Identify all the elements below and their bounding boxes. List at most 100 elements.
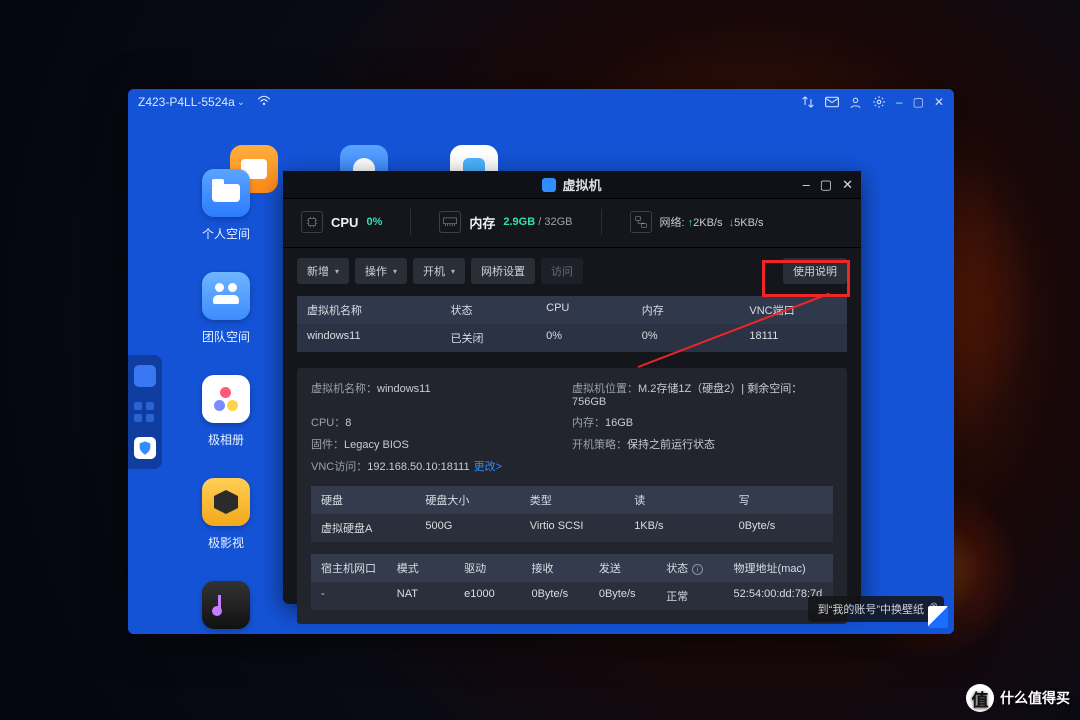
app-label: 个人空间 [202,225,250,242]
cell-name: windows11 [297,324,440,352]
transfer-icon[interactable] [801,95,815,109]
nic-row[interactable]: - NAT e1000 0Byte/s 0Byte/s 正常 52:54:00:… [311,582,833,610]
mem-label: 内存 [469,213,495,232]
vm-list-header: 虚拟机名称 状态 CPU 内存 VNC端口 [297,296,847,324]
minimize-icon[interactable]: – [896,95,903,109]
app-label: 极相册 [208,431,244,448]
col-read: 读 [624,486,728,514]
vm-titlebar: 虚拟机 – ▢ ✕ [283,171,861,199]
nas-titlebar: Z423-P4LL-5524a ⌄ – ▢ ✕ [128,89,954,115]
disk-row[interactable]: 虚拟硬盘A 500G Virtio SCSI 1KB/s 0Byte/s [311,514,833,542]
ops-button[interactable]: 操作▾ [355,258,407,284]
nas-desktop: 个人空间 团队空间 极相册 极影视 极音乐 虚拟机 [128,115,954,634]
d-fw: Legacy BIOS [344,439,409,451]
gear-icon[interactable] [872,95,886,109]
vm-metrics: CPU 0% 内存 2.9GB / 32GB 网络: ↑2KB/s [283,199,861,248]
cpu-value: 0% [366,216,382,228]
vm-title: 虚拟机 [562,175,601,194]
app-label: 团队空间 [202,328,250,345]
net-metric: 网络: ↑2KB/s ↓5KB/s [630,211,764,233]
corner-flag-icon [928,606,948,628]
dock-item-vm[interactable] [134,437,156,459]
toast-text: 到“我的账号”中换壁纸 [818,604,924,616]
d-mem: 16GB [605,417,633,429]
vm-list-row[interactable]: windows11 已关闭 0% 0% 18111 [297,324,847,352]
app-music[interactable]: 极音乐 [202,581,250,634]
power-button[interactable]: 开机▾ [413,258,465,284]
col-size: 硬盘大小 [415,486,519,514]
note-icon [218,595,234,615]
cell-vnc: 18111 [739,324,847,352]
col-tx: 发送 [589,554,656,582]
col-cpu: CPU [536,296,632,324]
maximize-icon[interactable]: ▢ [913,95,924,109]
col-mac: 物理地址(mac) [724,554,833,582]
info-icon[interactable]: i [692,564,703,575]
vm-details: 虚拟机名称：windows11 虚拟机位置：M.2存储1Z（硬盘2）| 剩余空间… [297,368,847,624]
cpu-icon [301,211,323,233]
d-vnc: 192.168.50.10:18111 [367,461,469,473]
vm-toolbar: 新增▾ 操作▾ 开机▾ 网桥设置 访问 使用说明 [283,248,861,294]
vm-maximize-icon[interactable]: ▢ [820,177,832,193]
col-host: 宿主机网口 [311,554,387,582]
vm-list: 虚拟机名称 状态 CPU 内存 VNC端口 windows11 已关闭 0% 0… [297,296,847,352]
dock-rail [128,355,162,469]
app-label: 极影视 [208,534,244,551]
mem-used: 2.9GB [503,216,535,228]
watermark: 值 什么值得买 [966,684,1070,712]
nic-table: 宿主机网口 模式 驱动 接收 发送 状态i 物理地址(mac) - NAT e1… [311,554,833,610]
col-mem: 内存 [632,296,740,324]
col-state: 状态 [440,296,536,324]
apps-column: 个人空间 团队空间 极相册 极影视 极音乐 [202,169,250,634]
col-state: 状态i [656,554,723,582]
app-videos[interactable]: 极影视 [202,478,250,551]
app-personal-space[interactable]: 个人空间 [202,169,250,242]
col-mode: 模式 [387,554,454,582]
wallpaper-toast[interactable]: 到“我的账号”中换壁纸 ⊗ [808,596,944,622]
col-type: 类型 [520,486,624,514]
visit-button: 访问 [541,258,583,284]
cell-mem: 0% [632,324,740,352]
col-rx: 接收 [521,554,588,582]
network-icon [630,211,652,233]
vm-close-icon[interactable]: ✕ [842,177,853,193]
wifi-icon[interactable] [257,95,271,110]
app-team-space[interactable]: 团队空间 [202,272,250,345]
hex-icon [214,490,238,514]
mem-total: 32GB [544,216,572,228]
close-icon[interactable]: ✕ [934,95,944,109]
cell-state: 已关闭 [440,324,536,352]
watermark-text: 什么值得买 [1000,688,1070,708]
d-cpu: 8 [345,417,351,429]
cell-cpu: 0% [536,324,632,352]
help-button[interactable]: 使用说明 [783,258,847,284]
vm-minimize-icon[interactable]: – [803,177,810,193]
new-button[interactable]: 新增▾ [297,258,349,284]
d-name: windows11 [377,383,431,395]
d-boot: 保持之前运行状态 [627,439,715,451]
disk-table: 硬盘 硬盘大小 类型 读 写 虚拟硬盘A 500G Virtio SCSI 1K… [311,486,833,542]
nas-window: Z423-P4LL-5524a ⌄ – ▢ ✕ [128,89,954,634]
watermark-badge-icon: 值 [966,684,994,712]
nas-title[interactable]: Z423-P4LL-5524a [138,95,235,109]
dock-item-desktop[interactable] [134,365,156,387]
vm-window: 虚拟机 – ▢ ✕ CPU 0% 内存 2.9GB [283,171,861,604]
people-icon [213,288,239,304]
mail-icon[interactable] [825,96,839,108]
flower-icon [214,387,238,411]
vnc-change-link[interactable]: 更改> [474,461,502,473]
mem-metric: 内存 2.9GB / 32GB [439,211,572,233]
dock-item-apps[interactable] [134,401,156,423]
col-vnc: VNC端口 [739,296,847,324]
net-up: 2KB/s [693,217,722,229]
bridge-button[interactable]: 网桥设置 [471,258,535,284]
folder-icon [212,184,240,202]
app-photos[interactable]: 极相册 [202,375,250,448]
net-label: 网络: [660,217,685,229]
net-down: 5KB/s [734,217,763,229]
col-driver: 驱动 [454,554,521,582]
title-dropdown-icon[interactable]: ⌄ [237,97,245,108]
user-icon[interactable] [849,96,862,109]
col-name: 虚拟机名称 [297,296,440,324]
col-disk: 硬盘 [311,486,415,514]
